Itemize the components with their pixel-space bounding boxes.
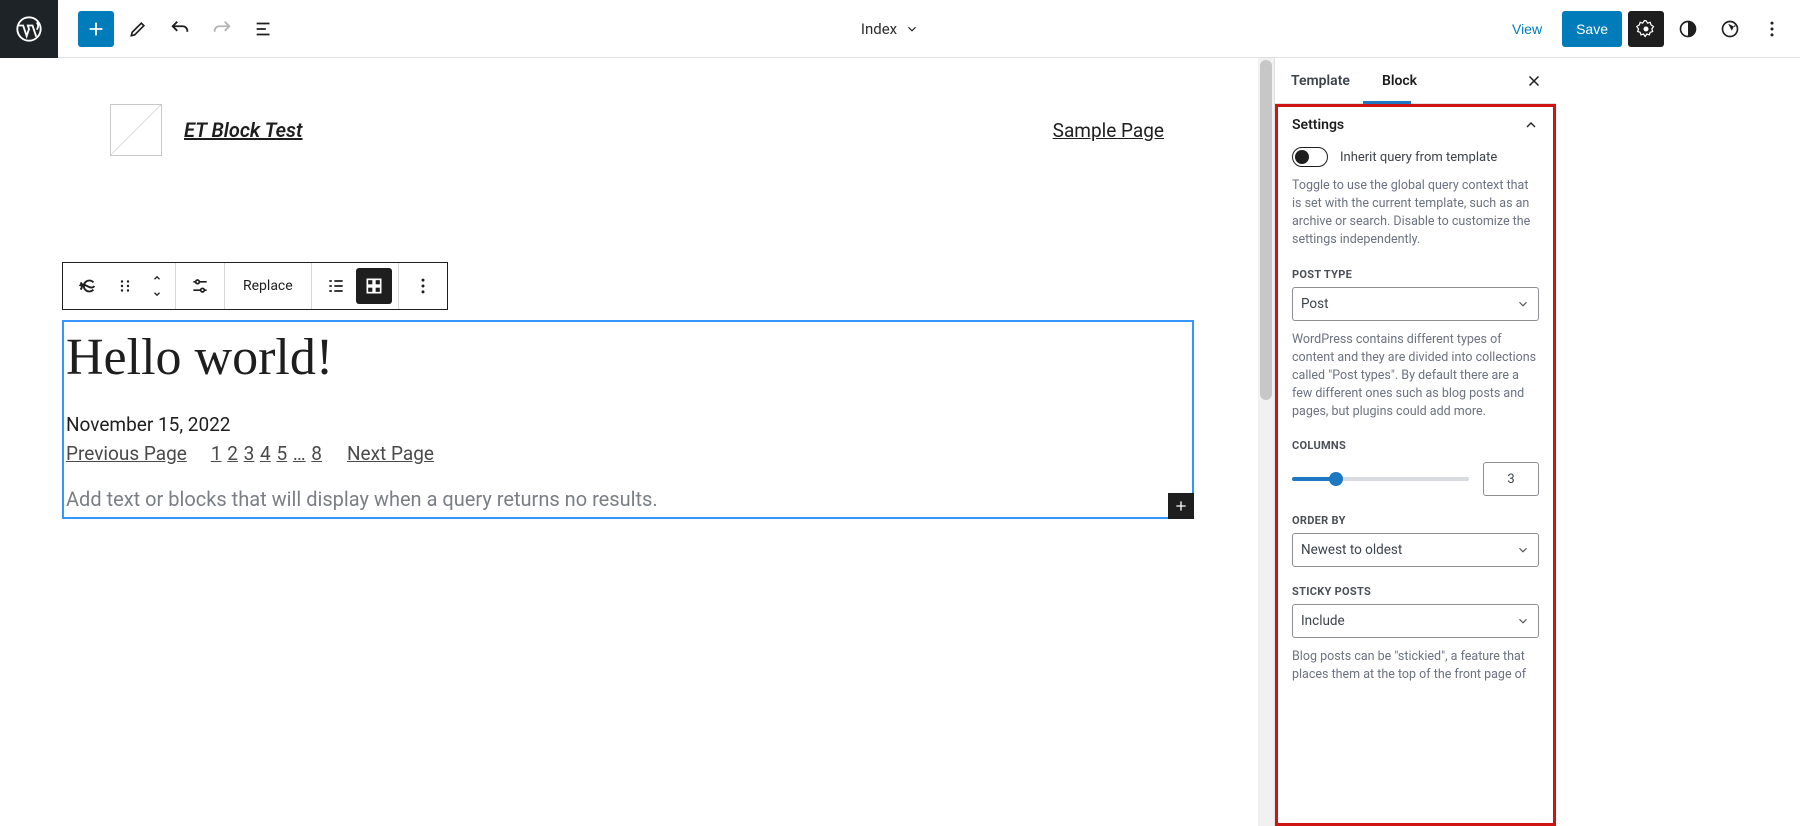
site-logo-placeholder[interactable] [110, 104, 162, 156]
redo-button[interactable] [204, 11, 240, 47]
document-switcher[interactable]: Index [282, 20, 1498, 38]
settings-toggle[interactable] [1628, 11, 1664, 47]
post-type-select[interactable]: Post [1292, 287, 1539, 321]
post-title[interactable]: Hello world! [66, 328, 1192, 387]
columns-slider[interactable] [1292, 477, 1469, 481]
order-by-label: ORDER BY [1292, 514, 1539, 527]
edit-mode-button[interactable] [120, 11, 156, 47]
sticky-posts-select[interactable]: Include [1292, 604, 1539, 638]
close-sidebar-button[interactable] [1518, 65, 1550, 97]
list-layout-icon[interactable] [318, 268, 354, 304]
tab-block[interactable]: Block [1366, 58, 1433, 103]
settings-highlight-region: Settings Inherit query from template Tog… [1275, 104, 1556, 826]
query-pagination[interactable]: Previous Page 1 2 3 4 5 … 8 Next Page [66, 442, 1192, 465]
chevron-down-icon [905, 22, 919, 36]
inherit-query-label: Inherit query from template [1340, 150, 1497, 165]
undo-button[interactable] [162, 11, 198, 47]
appender-button[interactable] [1168, 493, 1194, 519]
order-by-select[interactable]: Newest to oldest [1292, 533, 1539, 567]
grid-layout-icon[interactable] [356, 268, 392, 304]
drag-handle-icon[interactable] [107, 268, 143, 304]
post-date[interactable]: November 15, 2022 [66, 413, 1192, 436]
chevron-up-icon [1523, 117, 1539, 133]
more-menu-button[interactable] [1754, 11, 1790, 47]
sidebar-tabs: Template Block [1275, 58, 1556, 104]
template-site-header: ET Block Test Sample Page [0, 58, 1274, 156]
chevron-down-icon [1516, 614, 1530, 628]
sticky-posts-label: STICKY POSTS [1292, 585, 1539, 598]
editor-canvas[interactable]: ET Block Test Sample Page [0, 58, 1274, 826]
site-title[interactable]: ET Block Test [184, 118, 303, 142]
query-loop-block[interactable]: Hello world! November 15, 2022 Previous … [62, 320, 1194, 519]
columns-input[interactable]: 3 [1483, 462, 1539, 496]
block-more-menu[interactable] [405, 268, 441, 304]
pagination-numbers[interactable]: 1 2 3 4 5 … 8 [211, 442, 323, 465]
styles-button[interactable] [1670, 11, 1706, 47]
canvas-scrollbar[interactable] [1258, 58, 1274, 826]
list-view-button[interactable] [246, 11, 282, 47]
sticky-posts-help: Blog posts can be "stickied", a feature … [1292, 648, 1539, 684]
settings-sidebar: Template Block Settings Inherit query fr… [1274, 58, 1556, 826]
nav-link-sample-page[interactable]: Sample Page [1053, 119, 1164, 142]
chevron-down-icon [1516, 297, 1530, 311]
post-type-label: POST TYPE [1292, 268, 1539, 281]
document-label: Index [861, 20, 897, 38]
settings-panel-title: Settings [1292, 117, 1344, 133]
chevron-down-icon [1516, 543, 1530, 557]
save-button[interactable]: Save [1562, 11, 1622, 47]
post-type-help: WordPress contains different types of co… [1292, 331, 1539, 422]
block-movers[interactable] [145, 270, 169, 302]
pagination-prev[interactable]: Previous Page [66, 442, 187, 465]
inherit-query-toggle[interactable] [1292, 147, 1328, 167]
pagination-next[interactable]: Next Page [347, 442, 434, 465]
editor-topbar: Index View Save [0, 0, 1800, 58]
inherit-query-help: Toggle to use the global query context t… [1292, 177, 1539, 250]
block-type-query-loop-icon[interactable] [69, 268, 105, 304]
navigate-button[interactable] [1712, 11, 1748, 47]
display-settings-icon[interactable] [182, 268, 218, 304]
view-button[interactable]: View [1498, 11, 1556, 47]
no-results-placeholder[interactable]: Add text or blocks that will display whe… [66, 487, 1192, 511]
settings-panel-toggle[interactable]: Settings [1292, 117, 1539, 133]
inserter-button[interactable] [78, 11, 114, 47]
block-toolbar: Replace [62, 262, 448, 310]
page-right-gutter [1556, 58, 1800, 826]
tab-template[interactable]: Template [1275, 58, 1366, 103]
columns-label: COLUMNS [1292, 439, 1539, 452]
replace-button[interactable]: Replace [231, 278, 305, 294]
wordpress-logo[interactable] [0, 0, 58, 58]
scrollbar-thumb[interactable] [1260, 60, 1272, 400]
tab-active-indicator [1363, 101, 1411, 104]
